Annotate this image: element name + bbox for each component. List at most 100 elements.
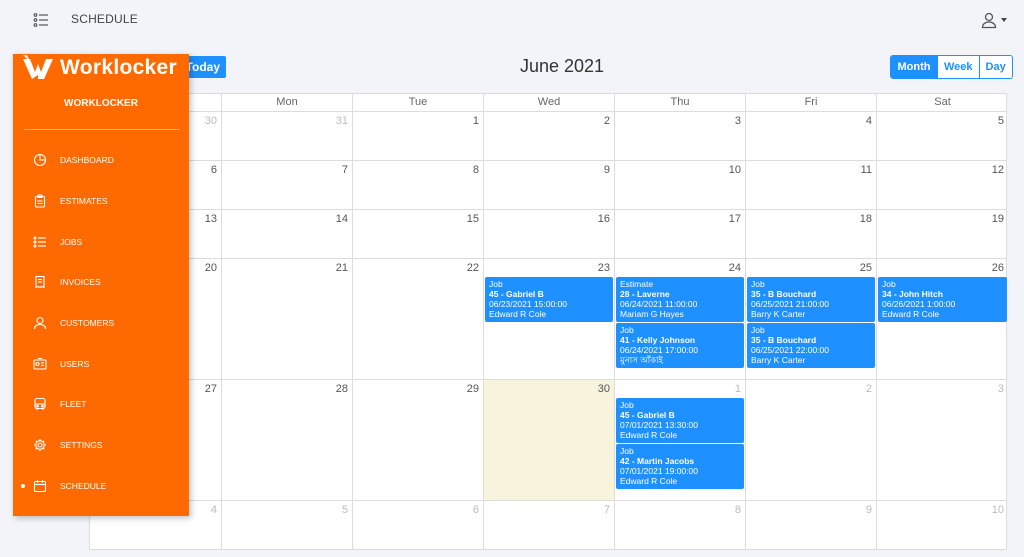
sidebar-item-schedule[interactable]: SCHEDULE [13,466,189,507]
day-number[interactable]: 17 [729,213,741,225]
calendar-day-cell[interactable]: 5 [221,501,352,550]
day-number[interactable]: 27 [205,383,217,395]
view-week-button[interactable]: Week [937,56,979,78]
user-menu-button[interactable] [980,10,1010,30]
calendar-day-cell[interactable]: 1 [352,112,483,160]
day-number[interactable]: 15 [467,213,479,225]
day-number[interactable]: 1 [735,383,741,395]
calendar-day-cell[interactable]: 23 Job 45 - Gabriel B 06/23/2021 15:00:00 Ed… [483,259,614,379]
list-menu-icon[interactable] [33,12,49,28]
day-number[interactable]: 22 [467,262,479,274]
calendar-day-cell[interactable]: 25 Job 35 - B Bouchard 06/25/2021 21:00:00 B… [745,259,876,379]
day-number[interactable]: 18 [860,213,872,225]
day-number[interactable]: 10 [729,164,741,176]
calendar-day-cell[interactable]: 7 [483,501,614,550]
day-number[interactable]: 3 [998,383,1004,395]
day-number[interactable]: 6 [211,164,217,176]
calendar-day-cell[interactable]: 18 [745,210,876,258]
calendar-event[interactable]: Job 41 - Kelly Johnson 06/24/2021 17:00:00… [616,323,744,368]
day-number[interactable]: 5 [342,504,348,516]
calendar-day-cell[interactable]: 22 [352,259,483,379]
day-number[interactable]: 30 [205,115,217,127]
day-number[interactable]: 4 [211,504,217,516]
calendar-day-cell[interactable]: 9 [483,161,614,209]
view-month-button[interactable]: Month [891,56,937,78]
day-number[interactable]: 10 [992,504,1004,516]
day-number[interactable]: 9 [866,504,872,516]
day-number[interactable]: 29 [467,383,479,395]
day-number[interactable]: 21 [336,262,348,274]
day-number[interactable]: 14 [336,213,348,225]
calendar-day-cell[interactable]: 31 [221,112,352,160]
day-number[interactable]: 19 [992,213,1004,225]
view-day-button[interactable]: Day [978,56,1012,78]
calendar-day-cell[interactable]: 1 Job 45 - Gabriel B 07/01/2021 13:30:00 Edw… [614,380,745,500]
calendar-day-cell[interactable]: 12 [876,161,1008,209]
sidebar-item-jobs[interactable]: JOBS [13,221,189,262]
calendar-day-cell[interactable]: 10 [876,501,1008,550]
calendar-day-cell[interactable]: 9 [745,501,876,550]
day-number[interactable]: 12 [992,164,1004,176]
sidebar-item-invoices[interactable]: INVOICES [13,262,189,303]
day-number[interactable]: 16 [598,213,610,225]
calendar-day-cell[interactable]: 3 [614,112,745,160]
calendar-day-cell[interactable]: 2 [745,380,876,500]
calendar-day-cell[interactable]: 4 [745,112,876,160]
calendar-day-cell[interactable]: 11 [745,161,876,209]
calendar-day-cell[interactable]: 26 Job 34 - John Hitch 06/26/2021 1:00:00 Ed… [876,259,1008,379]
day-number[interactable]: 6 [473,504,479,516]
calendar-day-cell[interactable]: 29 [352,380,483,500]
calendar-day-cell[interactable]: 7 [221,161,352,209]
sidebar-item-dashboard[interactable]: DASHBOARD [13,140,189,181]
calendar-day-cell[interactable]: 24 Estimate 28 - Laverne 06/24/2021 11:00:0… [614,259,745,379]
day-number[interactable]: 8 [473,164,479,176]
day-number[interactable]: 25 [860,262,872,274]
day-number[interactable]: 26 [992,262,1004,274]
sidebar-item-customers[interactable]: CUSTOMERS [13,303,189,344]
day-number[interactable]: 5 [998,115,1004,127]
sidebar-item-settings[interactable]: SETTINGS [13,425,189,466]
calendar-day-cell[interactable]: 3 [876,380,1008,500]
calendar-day-cell[interactable]: 15 [352,210,483,258]
day-number[interactable]: 8 [735,504,741,516]
calendar-event[interactable]: Job 42 - Martin Jacobs 07/01/2021 19:00:00… [616,444,744,489]
calendar-event[interactable]: Job 34 - John Hitch 06/26/2021 1:00:00 Edwa… [878,277,1007,322]
calendar-day-cell[interactable]: 8 [352,161,483,209]
sidebar-item-estimates[interactable]: ESTIMATES [13,181,189,222]
calendar-day-cell[interactable]: 6 [352,501,483,550]
day-number[interactable]: 31 [336,115,348,127]
day-number[interactable]: 28 [336,383,348,395]
calendar-day-cell[interactable]: 30 [483,380,614,500]
calendar-event[interactable]: Job 45 - Gabriel B 07/01/2021 13:30:00 Edwa… [616,398,744,443]
day-number[interactable]: 30 [598,383,610,395]
calendar-day-cell[interactable]: 28 [221,380,352,500]
calendar-event[interactable]: Estimate 28 - Laverne 06/24/2021 11:00:00 M… [616,277,744,322]
calendar-day-cell[interactable]: 5 [876,112,1008,160]
day-number[interactable]: 23 [598,262,610,274]
sidebar-item-fleet[interactable]: FLEET [13,384,189,425]
calendar-day-cell[interactable]: 10 [614,161,745,209]
day-number[interactable]: 20 [205,262,217,274]
calendar-day-cell[interactable]: 21 [221,259,352,379]
day-number[interactable]: 2 [866,383,872,395]
day-number[interactable]: 9 [604,164,610,176]
calendar-day-cell[interactable]: 8 [614,501,745,550]
calendar-event[interactable]: Job 45 - Gabriel B 06/23/2021 15:00:00 Edwa… [485,277,613,322]
day-number[interactable]: 7 [342,164,348,176]
logo[interactable]: Worklocker [22,54,177,82]
day-number[interactable]: 24 [729,262,741,274]
calendar-day-cell[interactable]: 19 [876,210,1008,258]
calendar-event[interactable]: Job 35 - B Bouchard 06/25/2021 21:00:00 Bar… [747,277,875,322]
calendar-day-cell[interactable]: 2 [483,112,614,160]
calendar-day-cell[interactable]: 16 [483,210,614,258]
day-number[interactable]: 4 [866,115,872,127]
day-number[interactable]: 11 [861,164,872,176]
day-number[interactable]: 2 [604,115,610,127]
calendar-day-cell[interactable]: 14 [221,210,352,258]
day-number[interactable]: 1 [473,115,479,127]
day-number[interactable]: 3 [735,115,741,127]
calendar-event[interactable]: Job 35 - B Bouchard 06/25/2021 22:00:00 Bar… [747,323,875,368]
sidebar-item-users[interactable]: USERS [13,343,189,384]
day-number[interactable]: 7 [604,504,610,516]
calendar-day-cell[interactable]: 17 [614,210,745,258]
